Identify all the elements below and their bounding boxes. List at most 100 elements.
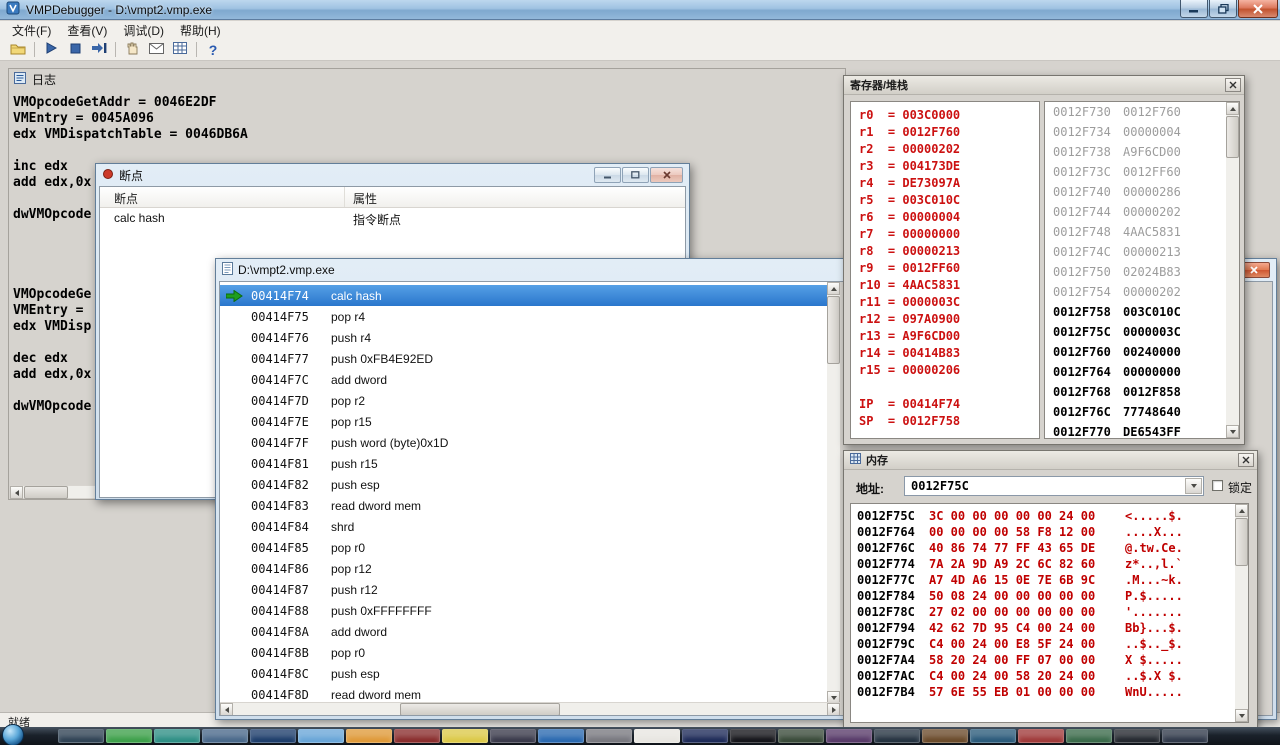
scroll-right-button[interactable] bbox=[827, 703, 840, 715]
disasm-row[interactable]: 00414F7D pop r2 bbox=[220, 390, 827, 411]
memory-row[interactable]: 0012F774 7A 2A 9D A9 2C 6C 82 60 z*..,l.` bbox=[857, 556, 1248, 572]
watch-window-button[interactable] bbox=[144, 40, 168, 60]
breakpoints-titlebar[interactable]: 断点 bbox=[99, 164, 686, 186]
stack-row[interactable]: 0012F760 00240000 bbox=[1045, 342, 1239, 362]
stack-row[interactable]: 0012F73C 0012FF60 bbox=[1045, 162, 1239, 182]
memory-row[interactable]: 0012F764 00 00 00 00 58 F8 12 00 ....X... bbox=[857, 524, 1248, 540]
main-titlebar[interactable]: VMPDebugger - D:\vmpt2.vmp.exe bbox=[0, 0, 1280, 20]
close-button[interactable] bbox=[650, 167, 683, 183]
memory-row[interactable]: 0012F7AC C4 00 24 00 58 20 24 00 ..$.X $. bbox=[857, 668, 1248, 684]
taskbar-item[interactable] bbox=[538, 729, 584, 743]
lock-checkbox[interactable] bbox=[1212, 480, 1223, 491]
disasm-hscrollbar[interactable] bbox=[220, 702, 840, 715]
disasm-row[interactable]: 00414F81 push r15 bbox=[220, 453, 827, 474]
memory-row[interactable]: 0012F79C C4 00 24 00 E8 5F 24 00 ..$.._$. bbox=[857, 636, 1248, 652]
disasm-row[interactable]: 00414F77 push 0xFB4E92ED bbox=[220, 348, 827, 369]
taskbar-item[interactable] bbox=[922, 729, 968, 743]
stack-vscrollbar[interactable] bbox=[1226, 102, 1239, 438]
scroll-down-button[interactable] bbox=[1226, 425, 1239, 438]
taskbar-item[interactable] bbox=[682, 729, 728, 743]
close-button[interactable] bbox=[1238, 0, 1278, 18]
registers-titlebar[interactable]: 寄存器/堆栈 bbox=[844, 76, 1244, 95]
maximize-button[interactable] bbox=[622, 167, 649, 183]
menu-file[interactable]: 文件(F) bbox=[4, 20, 59, 41]
disasm-row[interactable]: 00414F85 pop r0 bbox=[220, 537, 827, 558]
stack-row[interactable]: 0012F770 DE6543FF bbox=[1045, 422, 1239, 438]
open-button[interactable] bbox=[6, 40, 30, 60]
scroll-thumb[interactable] bbox=[1226, 116, 1239, 158]
stack-row[interactable]: 0012F764 00000000 bbox=[1045, 362, 1239, 382]
memory-titlebar[interactable]: 内存 bbox=[844, 451, 1257, 470]
taskbar-item[interactable] bbox=[346, 729, 392, 743]
disasm-row[interactable]: 00414F83 read dword mem bbox=[220, 495, 827, 516]
menu-help[interactable]: 帮助(H) bbox=[172, 20, 229, 41]
disasm-row[interactable]: 00414F7C add dword bbox=[220, 369, 827, 390]
step-into-button[interactable] bbox=[87, 40, 111, 60]
stack-row[interactable]: 0012F754 00000202 bbox=[1045, 282, 1239, 302]
taskbar-item[interactable] bbox=[586, 729, 632, 743]
column-header-breakpoint[interactable]: 断点 bbox=[100, 187, 345, 207]
taskbar-item[interactable] bbox=[874, 729, 920, 743]
memory-row[interactable]: 0012F784 50 08 24 00 00 00 00 00 P.$..... bbox=[857, 588, 1248, 604]
taskbar-item[interactable] bbox=[1066, 729, 1112, 743]
stop-button[interactable] bbox=[63, 40, 87, 60]
taskbar-item[interactable] bbox=[394, 729, 440, 743]
taskbar-item[interactable] bbox=[106, 729, 152, 743]
restore-button[interactable] bbox=[1209, 0, 1237, 18]
scroll-thumb[interactable] bbox=[827, 296, 840, 364]
disasm-row[interactable]: 00414F7F push word (byte)0x1D bbox=[220, 432, 827, 453]
memory-row[interactable]: 0012F77C A7 4D A6 15 0E 7E 6B 9C .M...~k. bbox=[857, 572, 1248, 588]
scroll-down-button[interactable] bbox=[1235, 709, 1248, 722]
scroll-left-button[interactable] bbox=[220, 703, 233, 715]
menu-debug[interactable]: 调试(D) bbox=[115, 20, 172, 41]
stack-row[interactable]: 0012F74C 00000213 bbox=[1045, 242, 1239, 262]
close-button[interactable] bbox=[1238, 453, 1254, 467]
scroll-up-button[interactable] bbox=[827, 282, 840, 295]
memory-row[interactable]: 0012F76C 40 86 74 77 FF 43 65 DE @.tw.Ce. bbox=[857, 540, 1248, 556]
start-button[interactable] bbox=[2, 724, 24, 745]
close-button[interactable] bbox=[1225, 78, 1241, 92]
memory-row[interactable]: 0012F7A4 58 20 24 00 FF 07 00 00 X $..... bbox=[857, 652, 1248, 668]
taskbar-item[interactable] bbox=[1162, 729, 1208, 743]
taskbar-item[interactable] bbox=[826, 729, 872, 743]
run-button[interactable] bbox=[39, 40, 63, 60]
disasm-row[interactable]: 00414F76 push r4 bbox=[220, 327, 827, 348]
address-combobox[interactable]: 0012F75C bbox=[904, 476, 1204, 496]
disasm-row[interactable]: 00414F84 shrd bbox=[220, 516, 827, 537]
grid-view-button[interactable] bbox=[168, 40, 192, 60]
stack-row[interactable]: 0012F768 0012F858 bbox=[1045, 382, 1239, 402]
minimize-button[interactable] bbox=[1180, 0, 1208, 18]
taskbar-item[interactable] bbox=[154, 729, 200, 743]
scroll-thumb[interactable] bbox=[400, 703, 560, 715]
combobox-drop-button[interactable] bbox=[1185, 478, 1202, 494]
disasm-row[interactable]: 00414F75 pop r4 bbox=[220, 306, 827, 327]
stack-row[interactable]: 0012F740 00000286 bbox=[1045, 182, 1239, 202]
stack-row[interactable]: 0012F748 4AAC5831 bbox=[1045, 222, 1239, 242]
memory-row[interactable]: 0012F7B4 57 6E 55 EB 01 00 00 00 WnU..... bbox=[857, 684, 1248, 700]
menu-view[interactable]: 查看(V) bbox=[59, 20, 115, 41]
scroll-up-button[interactable] bbox=[1235, 504, 1248, 517]
column-header-attribute[interactable]: 属性 bbox=[345, 187, 685, 207]
disasm-row[interactable]: 00414F8B pop r0 bbox=[220, 642, 827, 663]
hand-button[interactable] bbox=[120, 40, 144, 60]
stack-row[interactable]: 0012F76C 77748640 bbox=[1045, 402, 1239, 422]
disasm-row[interactable]: 00414F87 push r12 bbox=[220, 579, 827, 600]
taskbar-item[interactable] bbox=[202, 729, 248, 743]
memory-vscrollbar[interactable] bbox=[1235, 504, 1248, 722]
taskbar-item[interactable] bbox=[442, 729, 488, 743]
memory-row[interactable]: 0012F75C 3C 00 00 00 00 00 24 00 <.....$. bbox=[857, 508, 1248, 524]
disasm-row[interactable]: 00414F8C push esp bbox=[220, 663, 827, 684]
taskbar-item[interactable] bbox=[970, 729, 1016, 743]
scroll-left-button[interactable] bbox=[10, 486, 23, 499]
taskbar-item[interactable] bbox=[58, 729, 104, 743]
taskbar-item[interactable] bbox=[1114, 729, 1160, 743]
stack-row[interactable]: 0012F75C 0000003C bbox=[1045, 322, 1239, 342]
breakpoint-row[interactable]: calc hash 指令断点 bbox=[100, 208, 685, 229]
taskbar-item[interactable] bbox=[730, 729, 776, 743]
log-panel-header[interactable]: 日志 bbox=[9, 69, 845, 89]
stack-row[interactable]: 0012F730 0012F760 bbox=[1045, 102, 1239, 122]
disasm-row[interactable]: 00414F82 push esp bbox=[220, 474, 827, 495]
scroll-thumb[interactable] bbox=[24, 486, 68, 499]
taskbar-item[interactable] bbox=[634, 729, 680, 743]
stack-row[interactable]: 0012F744 00000202 bbox=[1045, 202, 1239, 222]
